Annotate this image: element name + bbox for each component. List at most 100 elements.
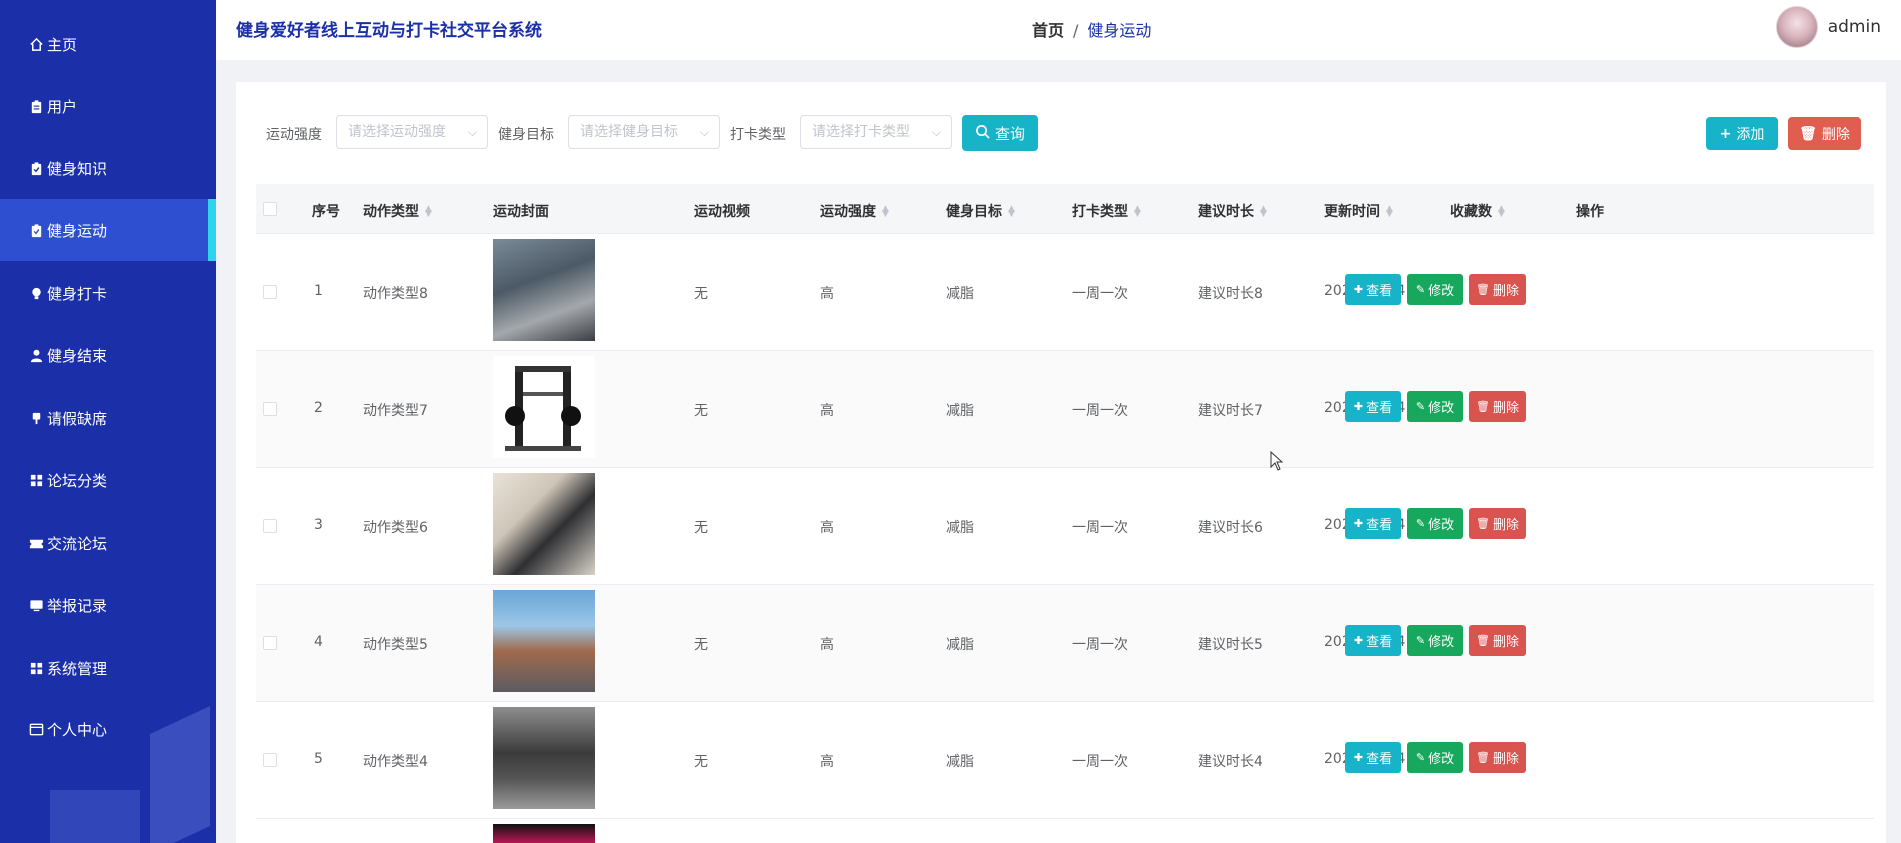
col-updated-label: 更新时间	[1324, 204, 1380, 220]
sidebar-decoration	[50, 790, 140, 843]
sidebar-item-label: 请假缺席	[47, 409, 108, 428]
sidebar-item-forum[interactable]: 交流论坛	[0, 512, 216, 574]
sidebar-item-label: 举报记录	[47, 596, 108, 615]
sort-icon: ▲ ▼	[1008, 204, 1015, 219]
edit-button[interactable]: ✎ 修改	[1407, 742, 1463, 773]
search-button[interactable]: 查询	[962, 115, 1038, 151]
row-checkbox[interactable]	[263, 636, 277, 650]
col-goal[interactable]: 健身目标 ▲ ▼	[946, 201, 1015, 221]
col-duration[interactable]: 建议时长 ▲ ▼	[1198, 201, 1267, 221]
sidebar-item-label: 主页	[47, 35, 78, 54]
sidebar-item-forum-category[interactable]: 论坛分类	[0, 449, 216, 511]
edit-button[interactable]: ✎ 修改	[1407, 625, 1463, 656]
cover-image[interactable]	[493, 356, 595, 458]
sidebar-item-label: 健身运动	[47, 221, 108, 240]
table-row: 1 动作类型8 无 高 减脂 一周一次 建议时长8 2025-03-14 8 ✚…	[256, 234, 1874, 351]
cell-duration: 建议时长7	[1198, 403, 1263, 419]
view-button[interactable]: ✚ 查看	[1345, 274, 1401, 305]
cell-intensity: 高	[820, 520, 834, 536]
edit-button[interactable]: ✎ 修改	[1407, 508, 1463, 539]
user-icon	[28, 347, 44, 363]
cover-image[interactable]	[493, 824, 595, 843]
delete-button[interactable]: 🗑 删除	[1469, 391, 1526, 422]
goal-placeholder: 请选择健身目标	[580, 124, 678, 140]
row-checkbox[interactable]	[263, 753, 277, 767]
delete-button[interactable]: 🗑 删除	[1469, 742, 1526, 773]
clipboard-check-icon	[28, 222, 44, 238]
edit-icon: ✎	[1415, 401, 1426, 413]
col-type[interactable]: 动作类型 ▲ ▼	[363, 201, 432, 221]
plus-icon: ✚	[1353, 752, 1364, 764]
col-updated[interactable]: 更新时间 ▲ ▼	[1324, 201, 1393, 221]
sidebar-item-system[interactable]: 系统管理	[0, 637, 216, 699]
cell-goal: 减脂	[946, 520, 974, 536]
cell-checkin: 一周一次	[1072, 754, 1128, 770]
user-menu[interactable]: admin	[1775, 6, 1881, 48]
view-label: 查看	[1366, 400, 1393, 415]
view-button[interactable]: ✚ 查看	[1345, 625, 1401, 656]
col-intensity[interactable]: 运动强度 ▲ ▼	[820, 201, 889, 221]
cell-intensity: 高	[820, 403, 834, 419]
bulk-delete-button[interactable]: 🗑 删除	[1788, 117, 1861, 150]
cell-video: 无	[694, 403, 708, 419]
col-actions: 操作	[1576, 204, 1604, 220]
cell-checkin: 一周一次	[1072, 286, 1128, 302]
checkin-select[interactable]: 请选择打卡类型 ⌵	[800, 115, 952, 149]
exercise-table: 序号 动作类型 ▲ ▼ 运动封面 运动视频 运动强度 ▲ ▼ 健身目标 ▲ ▼ 打卡类型 ▲ ▼…	[256, 184, 1874, 843]
grid-icon	[28, 660, 44, 676]
cell-duration: 建议时长6	[1198, 520, 1263, 536]
view-button[interactable]: ✚ 查看	[1345, 742, 1401, 773]
plus-icon: ✚	[1353, 284, 1364, 296]
cover-image[interactable]	[493, 473, 595, 575]
col-type-label: 动作类型	[363, 204, 419, 220]
cover-image[interactable]	[493, 707, 595, 809]
delete-button[interactable]: 🗑 删除	[1469, 625, 1526, 656]
plus-icon: +	[1719, 125, 1732, 142]
monitor-icon	[28, 597, 44, 613]
cell-no: 5	[314, 751, 323, 767]
delete-button[interactable]: 🗑 删除	[1469, 274, 1526, 305]
col-checkin[interactable]: 打卡类型 ▲ ▼	[1072, 201, 1141, 221]
cell-type: 动作类型8	[363, 286, 428, 302]
edit-icon: ✎	[1415, 518, 1426, 530]
sidebar-item-profile[interactable]: 个人中心	[0, 698, 216, 760]
cell-intensity: 高	[820, 286, 834, 302]
intensity-select[interactable]: 请选择运动强度 ⌵	[336, 115, 488, 149]
sidebar-item-fitness-exercise[interactable]: 健身运动	[0, 199, 216, 261]
select-all-checkbox[interactable]	[263, 202, 277, 216]
row-checkbox[interactable]	[263, 285, 277, 299]
table-row: 2 动作类型7 无 高 减脂 一周一次 建议时长7 2025-03-14 7	[256, 351, 1874, 468]
edit-button[interactable]: ✎ 修改	[1407, 274, 1463, 305]
trash-icon: 🗑	[1476, 635, 1490, 647]
breadcrumb-home[interactable]: 首页	[1032, 21, 1064, 40]
row-checkbox[interactable]	[263, 519, 277, 533]
app-title: 健身爱好者线上互动与打卡社交平台系统	[236, 21, 542, 41]
cell-duration: 建议时长5	[1198, 637, 1263, 653]
sidebar-item-users[interactable]: 用户	[0, 75, 216, 137]
goal-select[interactable]: 请选择健身目标 ⌵	[568, 115, 720, 149]
col-goal-label: 健身目标	[946, 204, 1002, 220]
sort-icon: ▲ ▼	[882, 204, 889, 219]
plus-icon: ✚	[1353, 635, 1364, 647]
sidebar-item-fitness-end[interactable]: 健身结束	[0, 324, 216, 386]
view-button[interactable]: ✚ 查看	[1345, 391, 1401, 422]
delete-button[interactable]: 🗑 删除	[1469, 508, 1526, 539]
edit-button[interactable]: ✎ 修改	[1407, 391, 1463, 422]
col-favs[interactable]: 收藏数 ▲ ▼	[1450, 201, 1505, 221]
sidebar-item-reports[interactable]: 举报记录	[0, 574, 216, 636]
avatar[interactable]	[1775, 6, 1818, 48]
sidebar-item-fitness-checkin[interactable]: 健身打卡	[0, 262, 216, 324]
sort-icon: ▲ ▼	[1134, 204, 1141, 219]
cover-image[interactable]	[493, 590, 595, 692]
sidebar-item-leave[interactable]: 请假缺席	[0, 387, 216, 449]
view-button[interactable]: ✚ 查看	[1345, 508, 1401, 539]
cover-image[interactable]	[493, 239, 595, 341]
row-checkbox[interactable]	[263, 402, 277, 416]
cell-checkin: 一周一次	[1072, 403, 1128, 419]
mouse-cursor-icon	[1270, 451, 1284, 471]
add-button[interactable]: + 添加	[1706, 117, 1778, 150]
sidebar-item-fitness-knowledge[interactable]: 健身知识	[0, 137, 216, 199]
sidebar-item-home[interactable]: 主页	[0, 13, 216, 75]
sidebar-item-label: 系统管理	[47, 659, 108, 678]
plus-icon: ✚	[1353, 518, 1364, 530]
